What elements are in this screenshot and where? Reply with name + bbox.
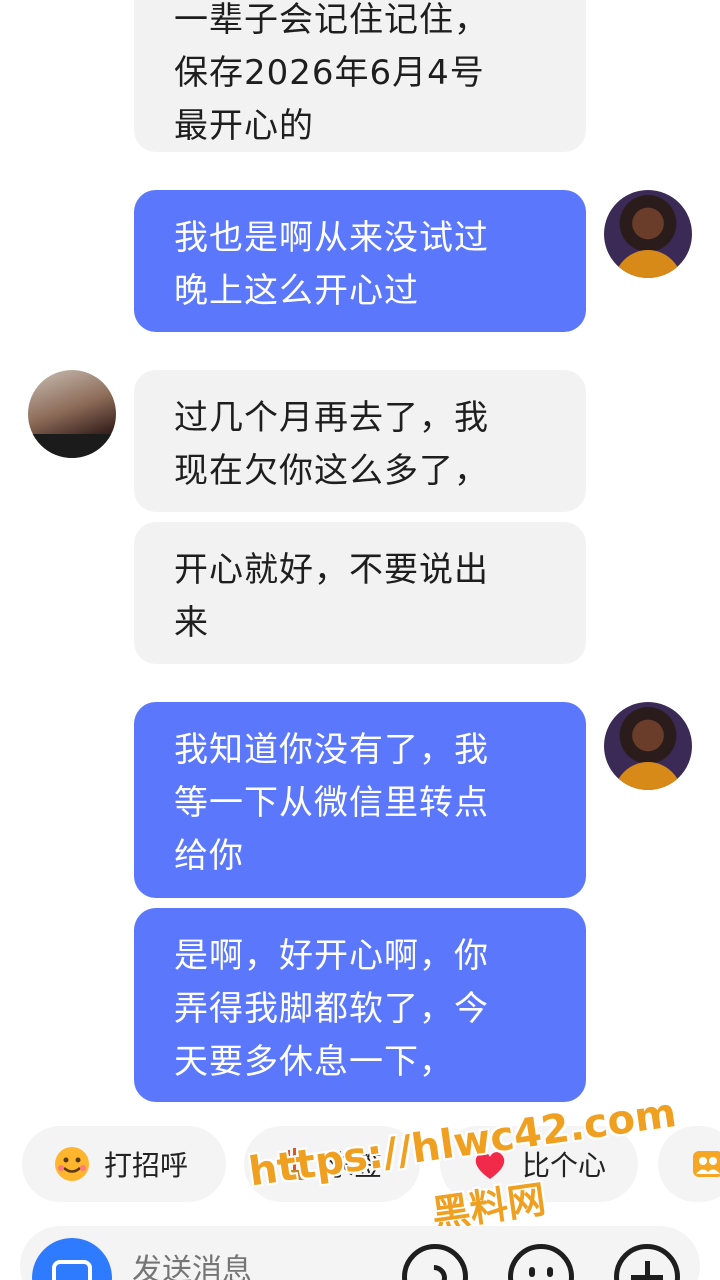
- message-text: 开心就好，不要说出: [174, 550, 489, 590]
- avatar-contact[interactable]: [28, 370, 116, 458]
- quick-reply-label: 打招呼: [104, 1149, 189, 1182]
- message-text: 晚上这么开心过: [174, 271, 419, 311]
- message-text: 过几个月再去了，我: [174, 398, 489, 438]
- message-bubble-incoming[interactable]: 开心就好，不要说出 来: [134, 522, 586, 664]
- message-text: 我知道你没有了，我: [174, 730, 489, 770]
- message-input[interactable]: [132, 1244, 372, 1280]
- message-text: 最开心的: [174, 106, 314, 146]
- message-text: 我也是啊从来没试过: [174, 218, 489, 258]
- quick-reply-greet[interactable]: 打招呼: [22, 1126, 226, 1202]
- message-bubble-outgoing[interactable]: 是啊，好开心啊，你 弄得我脚都软了，今 天要多休息一下，: [134, 908, 586, 1102]
- message-text: 是啊，好开心啊，你: [174, 936, 489, 976]
- quick-reply-group[interactable]: [658, 1126, 720, 1202]
- message-text: 来: [174, 603, 209, 643]
- message-text: 弄得我脚都软了，今: [174, 989, 489, 1029]
- plus-icon-vertical: [645, 1261, 650, 1280]
- message-bubble-outgoing[interactable]: 我知道你没有了，我 等一下从微信里转点 给你: [134, 702, 586, 898]
- message-text: 给你: [174, 836, 244, 876]
- group-icon: [688, 1142, 720, 1186]
- emoji-icon: [529, 1267, 535, 1277]
- message-text: 保存2026年6月4号: [174, 53, 485, 93]
- avatar-me[interactable]: [604, 190, 692, 278]
- message-text: 天要多休息一下，: [174, 1042, 454, 1082]
- message-bubble-incoming[interactable]: 一辈子会记住记住， 保存2026年6月4号 最开心的: [134, 0, 586, 152]
- camera-icon: [52, 1260, 92, 1280]
- emoji-icon-eye: [547, 1267, 553, 1277]
- smile-wave-icon: [50, 1142, 94, 1186]
- message-text: 一辈子会记住记住，: [174, 0, 489, 40]
- message-bubble-outgoing[interactable]: 我也是啊从来没试过 晚上这么开心过: [134, 190, 586, 332]
- voice-icon: [415, 1259, 453, 1280]
- message-text: 现在欠你这么多了，: [174, 451, 489, 491]
- camera-button[interactable]: [32, 1238, 112, 1280]
- message-text: 等一下从微信里转点: [174, 783, 489, 823]
- message-bubble-incoming[interactable]: 过几个月再去了，我 现在欠你这么多了，: [134, 370, 586, 512]
- message-input-bar: [20, 1226, 700, 1280]
- avatar-me[interactable]: [604, 702, 692, 790]
